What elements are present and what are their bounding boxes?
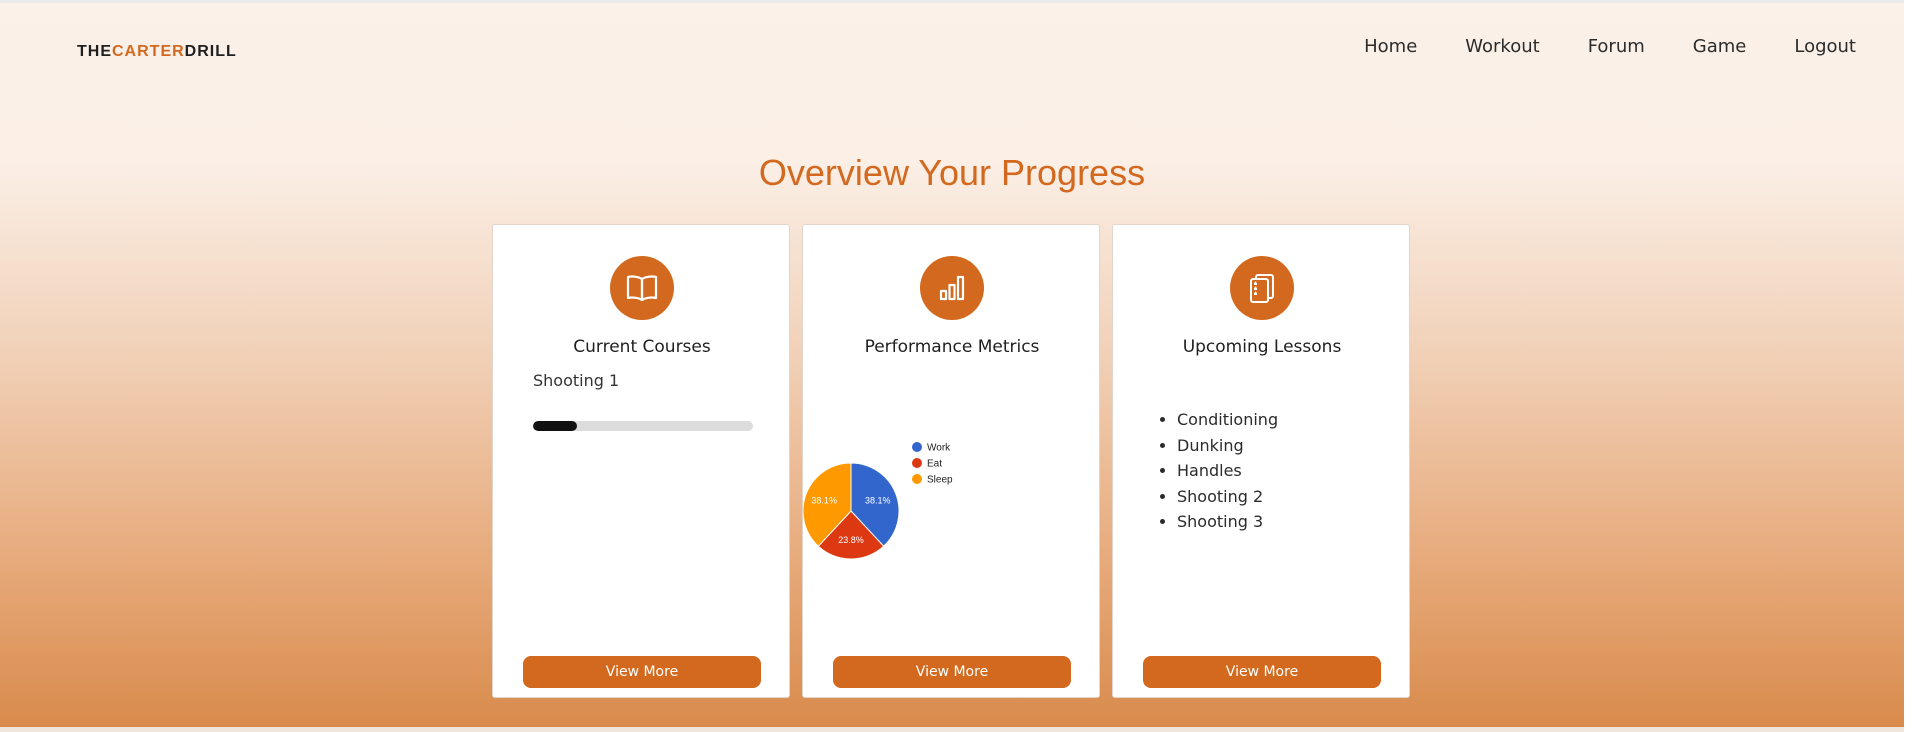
scrollbar[interactable] [1904, 0, 1912, 732]
card-title: Upcoming Lessons [1182, 337, 1342, 357]
brand-logo[interactable]: THECARTERDRILL [77, 43, 237, 61]
course-progress-bar [533, 421, 753, 431]
legend-label-sleep: Sleep [927, 475, 953, 486]
view-more-button[interactable]: View More [1143, 656, 1381, 688]
brand-part-2: CARTER [112, 43, 185, 60]
page-title: Overview Your Progress [758, 152, 1146, 193]
main-nav: Home Workout Forum Game Logout [1364, 36, 1856, 57]
card-title: Performance Metrics [864, 337, 1040, 357]
view-more-button[interactable]: View More [523, 656, 761, 688]
lesson-item[interactable]: Handles [1177, 458, 1278, 484]
current-courses-card: Current Courses Shooting 1 View More [492, 224, 790, 698]
card-title: Current Courses [573, 337, 711, 357]
lesson-item[interactable]: Shooting 3 [1177, 509, 1278, 535]
view-more-button[interactable]: View More [833, 656, 1071, 688]
course-progress-fill [533, 421, 577, 431]
upcoming-lessons-card: Upcoming Lessons Conditioning Dunking Ha… [1112, 224, 1410, 698]
notebook-icon [1230, 256, 1294, 320]
pie-label-eat: 23.8% [838, 535, 864, 545]
bottom-border [0, 727, 1904, 732]
nav-forum[interactable]: Forum [1588, 36, 1645, 57]
legend-label-work: Work [927, 443, 951, 454]
pie-label-sleep: 38.1% [811, 495, 837, 505]
lesson-list: Conditioning Dunking Handles Shooting 2 … [1153, 407, 1278, 535]
legend-marker-eat [912, 458, 922, 468]
lesson-item[interactable]: Conditioning [1177, 407, 1278, 433]
bar-chart-icon [920, 256, 984, 320]
pie-label-work: 38.1% [865, 495, 891, 505]
lesson-item[interactable]: Dunking [1177, 433, 1278, 459]
performance-pie-chart: 38.1% 23.8% 38.1% Work Eat Sleep [803, 442, 953, 560]
book-icon [610, 256, 674, 320]
brand-part-3: DRILL [184, 43, 237, 60]
nav-home[interactable]: Home [1364, 36, 1417, 57]
brand-part-1: THE [77, 43, 112, 60]
legend-label-eat: Eat [927, 459, 942, 470]
legend-marker-sleep [912, 474, 922, 484]
lesson-item[interactable]: Shooting 2 [1177, 484, 1278, 510]
nav-workout[interactable]: Workout [1465, 36, 1539, 57]
legend-marker-work [912, 442, 922, 452]
nav-game[interactable]: Game [1693, 36, 1747, 57]
course-name[interactable]: Shooting 1 [533, 371, 619, 390]
top-border [0, 0, 1904, 3]
nav-logout[interactable]: Logout [1794, 36, 1856, 57]
performance-metrics-card: Performance Metrics 38.1% 23.8% 38.1% Work… [802, 224, 1100, 698]
